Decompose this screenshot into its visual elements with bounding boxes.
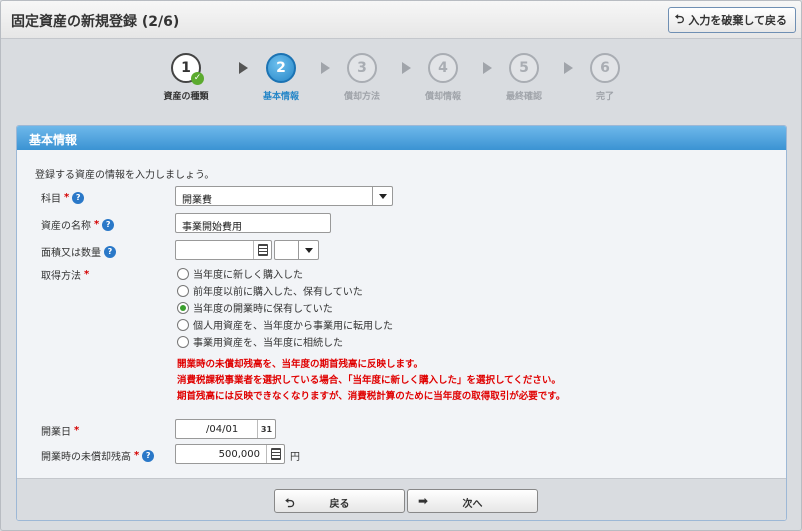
discard-button-label: 入力を破棄して戻る <box>688 14 787 27</box>
discard-and-return-button[interactable]: ⮌ 入力を破棄して戻る <box>667 7 796 33</box>
help-icon[interactable]: ? <box>104 245 116 258</box>
acquisition-label-row: 取得方法 * <box>41 269 90 282</box>
acquisition-option-4[interactable]: 事業用資産を、当年度に相続した <box>177 334 343 349</box>
step-indicator: 1 ✓ 資産の種類 2 基本情報 3 償却方法 4 償却情報 5 最終確認 6 … <box>151 53 651 109</box>
account-label-row: 科目 * ? <box>41 190 85 205</box>
help-icon[interactable]: ? <box>72 191 85 204</box>
step-3-label: 償却方法 <box>343 92 380 102</box>
app-window: 固定資産の新規登録 (2/6) ⮌ 入力を破棄して戻る 1 ✓ 資産の種類 2 … <box>0 0 802 531</box>
step-4-circle: 4 <box>428 53 458 83</box>
check-icon: ✓ <box>191 72 204 85</box>
radio-button[interactable] <box>177 318 189 331</box>
panel-body: 登録する資産の情報を入力しましょう。 科目 * ? 開業費 資産の名称 * ? … <box>17 150 786 478</box>
step-6-circle: 6 <box>590 53 620 83</box>
step-5-circle: 5 <box>509 53 539 83</box>
required-mark: * <box>84 269 90 280</box>
step-3: 3 償却方法 <box>327 53 397 102</box>
asset-name-input[interactable]: 事業開始費用 <box>175 213 331 233</box>
step-6: 6 完了 <box>570 53 640 102</box>
help-icon[interactable]: ? <box>142 449 155 462</box>
start-date-label-row: 開業日 * <box>41 425 80 438</box>
panel-footer: ⮌ 戻る ➡ 次へ <box>17 478 786 520</box>
calculator-icon[interactable] <box>253 241 271 259</box>
step-4-label: 償却情報 <box>424 92 461 102</box>
step-1-label: 資産の種類 <box>163 92 209 102</box>
step-6-label: 完了 <box>595 92 614 102</box>
page-title: 固定資産の新規登録 (2/6) <box>11 14 180 30</box>
radio-button[interactable] <box>177 267 189 280</box>
required-mark: * <box>74 425 80 436</box>
chevron-down-icon <box>298 241 318 259</box>
help-icon[interactable]: ? <box>102 218 115 231</box>
step-2-label: 基本情報 <box>262 92 299 102</box>
acquisition-option-2[interactable]: 当年度の開業時に保有していた <box>177 300 333 315</box>
intro-text: 登録する資産の情報を入力しましょう。 <box>35 170 215 181</box>
step-5: 5 最終確認 <box>489 53 559 102</box>
warning-note-3: 期首残高には反映できなくなりますが、消費税計算のために当年度の取得取引が必要です… <box>177 391 566 402</box>
step-5-label: 最終確認 <box>505 92 542 102</box>
step-2-circle: 2 <box>266 53 296 83</box>
acquisition-option-3[interactable]: 個人用資産を、当年度から事業用に転用した <box>177 317 393 332</box>
quantity-label-row: 面積又は数量 ? <box>41 244 116 259</box>
page-header: 固定資産の新規登録 (2/6) ⮌ 入力を破棄して戻る <box>1 1 801 39</box>
radio-button[interactable] <box>177 335 189 348</box>
required-mark: * <box>94 219 100 230</box>
calendar-icon[interactable]: 31 <box>257 420 275 438</box>
chevron-down-icon <box>372 187 392 205</box>
unamortized-label-row: 開業時の未償却残高 * ? <box>41 448 155 463</box>
acquisition-option-0[interactable]: 当年度に新しく購入した <box>177 266 303 281</box>
step-2: 2 基本情報 <box>246 53 316 102</box>
return-arrow-icon: ⮌ <box>674 11 685 26</box>
required-mark: * <box>64 192 70 203</box>
required-mark: * <box>134 450 140 461</box>
account-select[interactable]: 開業費 <box>175 186 393 206</box>
panel-title: 基本情報 <box>17 126 786 150</box>
step-1-circle: 1 ✓ <box>171 53 204 85</box>
radio-button-selected[interactable] <box>177 301 189 314</box>
next-button[interactable]: ➡ 次へ <box>407 489 538 513</box>
step-1: 1 ✓ 資産の種類 <box>151 53 221 102</box>
currency-unit: 円 <box>290 452 300 463</box>
back-button[interactable]: ⮌ 戻る <box>274 489 405 513</box>
radio-button[interactable] <box>177 284 189 297</box>
warning-note-2: 消費税課税事業者を選択している場合、「当年度に新しく購入した」を選択してください… <box>177 375 561 386</box>
step-3-circle: 3 <box>347 53 377 83</box>
acquisition-option-1[interactable]: 前年度以前に購入した、保有していた <box>177 283 363 298</box>
basic-info-panel: 基本情報 登録する資産の情報を入力しましょう。 科目 * ? 開業費 資産の名称… <box>16 125 787 521</box>
asset-name-label-row: 資産の名称 * ? <box>41 217 115 232</box>
step-4: 4 償却情報 <box>408 53 478 102</box>
calculator-icon[interactable] <box>266 445 284 463</box>
warning-note-1: 開業時の未償却残高を、当年度の期首残高に反映します。 <box>177 359 424 370</box>
unit-select[interactable] <box>274 240 319 260</box>
